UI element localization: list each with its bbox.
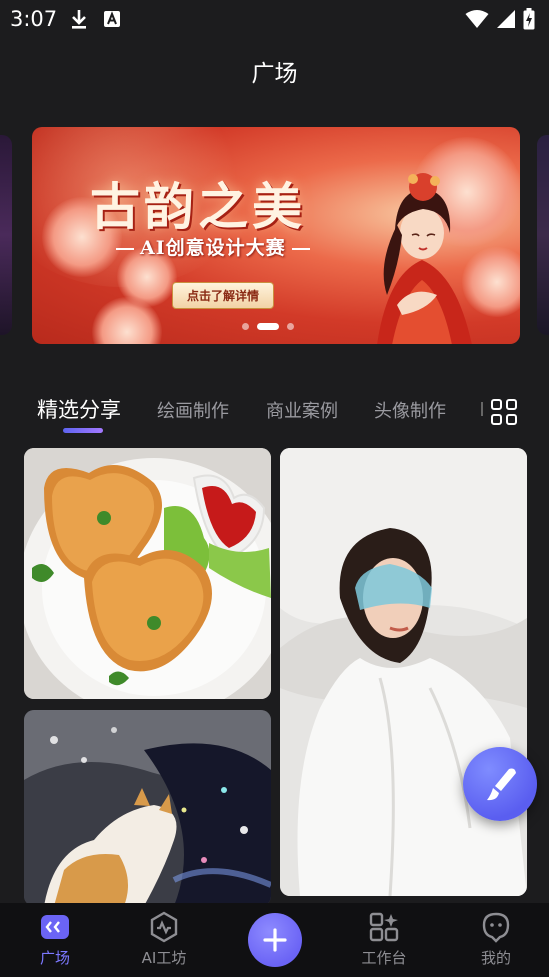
accessibility-icon xyxy=(104,11,120,27)
active-tab-indicator xyxy=(63,428,103,433)
tab-overflow-edge xyxy=(481,402,483,416)
profile-icon xyxy=(482,912,510,943)
battery-icon xyxy=(523,8,535,30)
nav-label: AI工坊 xyxy=(141,949,187,967)
download-icon xyxy=(72,10,86,29)
feed-card-portrait[interactable] xyxy=(280,448,527,896)
carousel-dot-active xyxy=(257,323,279,330)
feed-image xyxy=(24,448,271,699)
nav-ai-workshop[interactable]: AI工坊 xyxy=(124,903,204,977)
nav-workbench[interactable]: 工作台 xyxy=(344,903,424,977)
banner-subtitle: AI创意设计大赛 xyxy=(110,233,316,260)
page-title: 广场 xyxy=(251,61,298,87)
plus-icon xyxy=(263,928,287,952)
banner-illustration xyxy=(377,173,472,344)
nav-label: 广场 xyxy=(39,949,70,967)
signal-icon xyxy=(497,10,515,28)
brush-icon xyxy=(487,768,516,801)
feed-image xyxy=(280,448,527,896)
tab-business[interactable]: 商业案例 xyxy=(266,397,338,423)
carousel-dot xyxy=(287,323,294,330)
nav-label: 工作台 xyxy=(361,949,407,967)
tab-avatar[interactable]: 头像制作 xyxy=(374,397,446,423)
grid-menu-icon[interactable] xyxy=(491,399,519,427)
wifi-icon xyxy=(465,10,489,28)
feed-image xyxy=(24,710,271,906)
add-create-button[interactable] xyxy=(248,913,302,967)
tab-featured[interactable]: 精选分享 xyxy=(37,394,121,424)
category-tabs: 精选分享 绘画制作 商业案例 头像制作 xyxy=(0,392,549,442)
next-banner-peek[interactable] xyxy=(537,135,549,335)
nav-label: 我的 xyxy=(480,949,511,967)
previous-banner-peek[interactable] xyxy=(0,135,12,335)
feed-card-cat[interactable] xyxy=(24,710,271,906)
plaza-icon xyxy=(41,915,69,939)
status-time: 3:07 xyxy=(10,7,58,31)
nav-plaza[interactable]: 广场 xyxy=(15,903,95,977)
workbench-icon xyxy=(369,912,399,942)
ai-workshop-icon xyxy=(150,911,178,943)
feed-card-food[interactable] xyxy=(24,448,271,699)
carousel-dot xyxy=(242,323,249,330)
banner-carousel[interactable]: 古韵之美 AI创意设计大赛 点击了解详情 xyxy=(32,127,520,344)
tab-painting[interactable]: 绘画制作 xyxy=(157,397,229,423)
banner-details-button[interactable]: 点击了解详情 xyxy=(172,282,275,309)
carousel-indicator xyxy=(242,323,294,330)
create-brush-button[interactable] xyxy=(463,747,537,821)
nav-profile[interactable]: 我的 xyxy=(456,903,536,977)
banner-title: 古韵之美 xyxy=(90,177,306,236)
status-bar: 3:07 xyxy=(0,0,549,40)
